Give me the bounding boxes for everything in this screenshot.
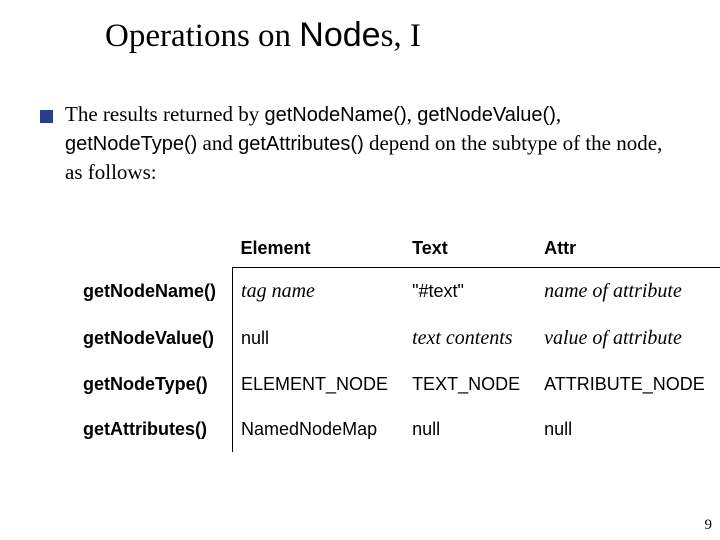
cell-element: null: [233, 315, 405, 362]
row-label: getNodeName(): [75, 268, 233, 316]
table-header-element: Element: [233, 230, 405, 268]
table-row: getNodeType() ELEMENT_NODE TEXT_NODE ATT…: [75, 362, 720, 407]
page-number: 9: [705, 517, 713, 534]
cell-attr: null: [536, 407, 720, 452]
table-header-attr: Attr: [536, 230, 720, 268]
cell-text: "#text": [404, 268, 536, 316]
body-code-2: getNodeValue(): [417, 104, 556, 126]
cell-attr: value of attribute: [536, 315, 720, 362]
cell-text: name of attribute: [544, 280, 682, 302]
table-row: getNodeName() tag name "#text" name of a…: [75, 268, 720, 316]
title-node-word: Node: [299, 16, 380, 54]
node-operations-table: Element Text Attr getNodeName() tag name…: [75, 230, 720, 452]
table-row: getNodeValue() null text contents value …: [75, 315, 720, 362]
cell-element: ELEMENT_NODE: [233, 362, 405, 407]
cell-text: TEXT_NODE: [404, 362, 536, 407]
body-paragraph: The results returned by getNodeName(), g…: [65, 100, 680, 186]
cell-text: text contents: [404, 315, 536, 362]
table-header-blank: [75, 230, 233, 268]
cell-text: null: [404, 407, 536, 452]
table-row: getAttributes() NamedNodeMap null null: [75, 407, 720, 452]
row-label: getAttributes(): [75, 407, 233, 452]
cell-element: tag name: [233, 268, 405, 316]
row-label: getNodeValue(): [75, 315, 233, 362]
cell-element: NamedNodeMap: [233, 407, 405, 452]
slide: Operations on Nodes, I The results retur…: [0, 0, 720, 540]
body-t3: ,: [556, 102, 561, 126]
body-code-1: getNodeName(): [264, 104, 406, 126]
row-label: getNodeType(): [75, 362, 233, 407]
table-header-row: Element Text Attr: [75, 230, 720, 268]
body-t2: ,: [407, 102, 418, 126]
slide-title: Operations on Nodes, I: [105, 15, 421, 57]
table-header-text: Text: [404, 230, 536, 268]
title-pre: Operations on: [105, 18, 299, 54]
title-post: s, I: [381, 18, 421, 54]
cell-text: value of attribute: [544, 327, 682, 349]
body-t1: The results returned by: [65, 102, 264, 126]
body-code-3: getNodeType(): [65, 133, 197, 155]
cell-text: tag name: [241, 280, 315, 302]
cell-text: text contents: [412, 327, 513, 349]
square-bullet-icon: [40, 110, 53, 123]
cell-attr: name of attribute: [536, 268, 720, 316]
cell-attr: ATTRIBUTE_NODE: [536, 362, 720, 407]
body-t4: and: [197, 131, 238, 155]
body-code-4: getAttributes(): [238, 133, 364, 155]
